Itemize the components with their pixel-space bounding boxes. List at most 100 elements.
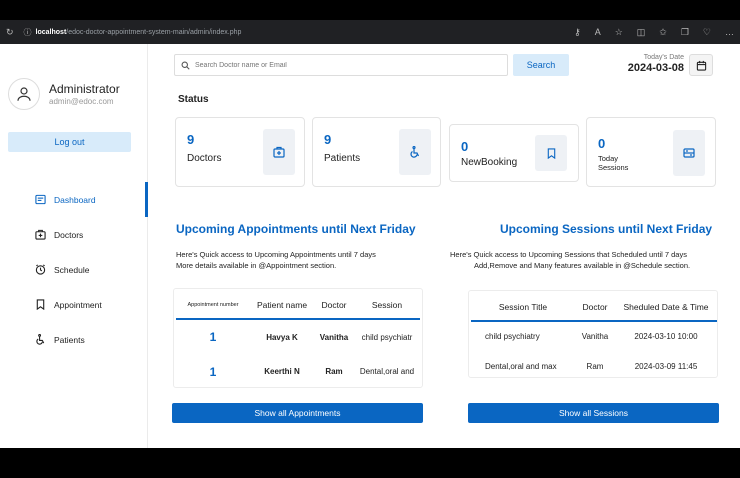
appointment-number: 1 xyxy=(209,330,217,344)
profile-name: Administrator xyxy=(49,82,120,96)
sidebar-item-schedule[interactable]: Schedule xyxy=(0,252,148,287)
table-row[interactable]: 1 Keerthi N Ram Dental,oral and xyxy=(176,354,420,389)
sessions-table-frame: Session Title Doctor Sheduled Date & Tim… xyxy=(468,290,718,378)
sidebar-item-patients[interactable]: Patients xyxy=(0,322,148,357)
browser-address-bar: ↻ ⓘ localhost/edoc-doctor-appointment-sy… xyxy=(0,20,740,44)
dashboard-icon xyxy=(34,194,46,206)
column-header: Session xyxy=(354,291,420,320)
info-icon[interactable]: ⓘ xyxy=(24,27,32,38)
today-date: Today's Date 2024-03-08 xyxy=(616,54,684,74)
url-path: /edoc-doctor-appointment-system-main/adm… xyxy=(66,28,242,36)
doctor-icon xyxy=(34,229,46,241)
main-content: Search Today's Date 2024-03-08 Status 9 … xyxy=(148,44,740,448)
column-header: Doctor xyxy=(575,293,615,322)
bookmark-icon xyxy=(34,299,46,311)
patient-name: Keerthi N xyxy=(264,367,300,376)
sidebar-item-doctors[interactable]: Doctors xyxy=(0,217,148,252)
show-all-sessions-button[interactable]: Show all Sessions xyxy=(468,403,719,423)
table-row[interactable]: Dental,oral and max Ram 2024-03-09 11:45 xyxy=(471,351,717,381)
browser-toolbar-icons: ⚷ A ☆ ◫ ✩ ❐ ♡ … xyxy=(574,27,734,38)
profile-email: admin@edoc.com xyxy=(49,97,114,106)
sidebar-item-appointment[interactable]: Appointment xyxy=(0,287,148,322)
sidebar: Administrator admin@edoc.com Log out Das… xyxy=(0,44,148,448)
bookmark-icon xyxy=(547,147,555,159)
wheelchair-icon xyxy=(34,334,46,346)
appointments-desc-line2: More details available in @Appointment s… xyxy=(176,261,337,270)
table-header-row: Appointment number Patient name Doctor S… xyxy=(176,291,420,320)
user-icon xyxy=(17,87,31,101)
more-icon[interactable]: … xyxy=(725,27,734,38)
profile: Administrator admin@edoc.com xyxy=(8,78,120,110)
sessions-icon xyxy=(683,148,695,158)
card-value: 9 xyxy=(187,132,195,147)
sidebar-item-label: Doctors xyxy=(54,229,84,240)
appointments-title: Upcoming Appointments until Next Friday xyxy=(176,222,416,236)
sidebar-menu: Dashboard Doctors Schedule Appointment P… xyxy=(0,182,148,357)
show-all-appointments-button[interactable]: Show all Appointments xyxy=(172,403,423,423)
key-icon[interactable]: ⚷ xyxy=(574,27,581,38)
calendar-button[interactable] xyxy=(689,54,713,76)
table-row[interactable]: child psychiatry Vanitha 2024-03-10 10:0… xyxy=(471,321,717,351)
refresh-icon[interactable]: ↻ xyxy=(6,27,14,38)
card-icon-box xyxy=(263,129,295,175)
doctor-name: Ram xyxy=(325,367,343,376)
star-icon[interactable]: ☆ xyxy=(615,27,623,38)
app-window: Administrator admin@edoc.com Log out Das… xyxy=(0,44,740,448)
doctor-name: Vanitha xyxy=(319,332,349,342)
card-icon-box xyxy=(535,135,567,171)
avatar xyxy=(8,78,40,110)
date-value: 2024-03-08 xyxy=(627,62,684,74)
card-icon-box xyxy=(673,130,705,176)
status-card-today-sessions: 0 Today Sessions xyxy=(586,117,716,187)
sidebar-item-dashboard[interactable]: Dashboard xyxy=(0,182,148,217)
url-field[interactable]: localhost/edoc-doctor-appointment-system… xyxy=(36,29,242,36)
clock-icon xyxy=(34,264,46,276)
logout-button[interactable]: Log out xyxy=(8,132,131,152)
search-icon xyxy=(181,61,190,70)
session-title: Dental,oral and max xyxy=(485,361,557,371)
search-button[interactable]: Search xyxy=(513,54,569,76)
column-header: Doctor xyxy=(314,291,354,320)
read-aloud-icon[interactable]: A xyxy=(595,27,601,38)
screen-top-border xyxy=(0,0,740,20)
extensions-icon[interactable]: ♡ xyxy=(703,27,711,38)
status-card-patients: 9 Patients xyxy=(312,117,441,187)
appointments-desc-line1: Here's Quick access to Upcoming Appointm… xyxy=(176,250,376,259)
sessions-desc-line2: Add,Remove and Many features available i… xyxy=(474,261,691,270)
status-card-doctors: 9 Doctors xyxy=(175,117,305,187)
session-title: child psychiatry xyxy=(485,332,540,341)
session-datetime: 2024-03-09 11:45 xyxy=(634,361,698,371)
card-label: Patients xyxy=(324,153,361,164)
table-row[interactable]: 1 Havya K Vanitha child psychiatr xyxy=(176,319,420,354)
card-label: Sessions xyxy=(598,163,629,172)
doctor-name: Ram xyxy=(586,361,604,371)
split-screen-icon[interactable]: ◫ xyxy=(637,27,646,38)
search-input[interactable] xyxy=(195,61,495,69)
column-header: Patient name xyxy=(250,291,314,320)
column-header: Sheduled Date & Time xyxy=(615,293,717,322)
sessions-title: Upcoming Sessions until Next Friday xyxy=(500,222,713,236)
collections-icon[interactable]: ❐ xyxy=(681,27,689,38)
calendar-icon xyxy=(696,60,706,71)
favorites-icon[interactable]: ✩ xyxy=(659,27,667,38)
sessions-desc-line1: Here's Quick access to Upcoming Sessions… xyxy=(450,250,687,259)
session-datetime: 2024-03-10 10:00 xyxy=(634,332,698,341)
date-label: Today's Date xyxy=(643,54,684,61)
sidebar-item-label: Schedule xyxy=(54,264,90,275)
card-value: 0 xyxy=(598,136,606,151)
sidebar-item-label: Patients xyxy=(54,334,85,345)
card-label: Today xyxy=(598,154,619,163)
sessions-table: Session Title Doctor Sheduled Date & Tim… xyxy=(471,293,717,381)
table-header-row: Session Title Doctor Sheduled Date & Tim… xyxy=(471,293,717,322)
session-name: child psychiatr xyxy=(361,332,413,342)
doctor-icon xyxy=(273,146,285,158)
sidebar-item-label: Appointment xyxy=(54,299,102,310)
column-header: Session Title xyxy=(471,293,575,322)
appointments-table: Appointment number Patient name Doctor S… xyxy=(176,291,420,389)
column-header: Appointment number xyxy=(176,291,250,320)
sidebar-item-label: Dashboard xyxy=(54,194,96,205)
status-title: Status xyxy=(178,94,209,105)
status-card-newbooking: 0 NewBooking xyxy=(449,124,579,182)
search-field[interactable] xyxy=(174,54,508,76)
session-name: Dental,oral and xyxy=(359,367,415,376)
